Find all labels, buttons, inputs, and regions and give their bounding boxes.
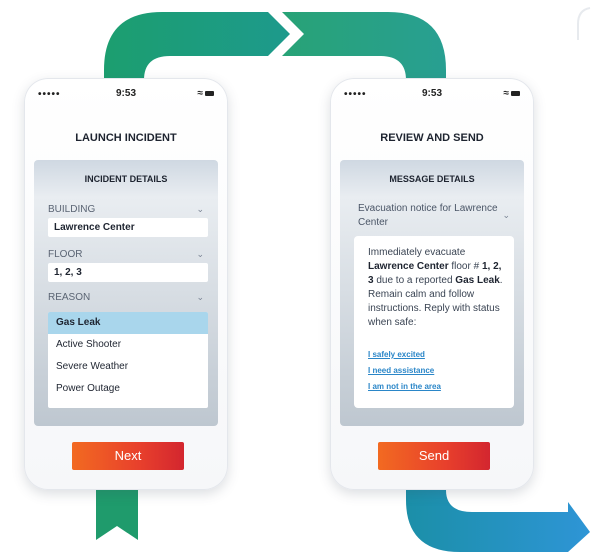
message-subject: Evacuation notice for Lawrence Center — [358, 203, 498, 228]
message-reason: Gas Leak — [455, 275, 500, 286]
phone-launch-incident: ••••• 9:53 ≈ LAUNCH INCIDENT INCIDENT DE… — [24, 78, 228, 490]
reason-option-severe-weather[interactable]: Severe Weather — [48, 356, 208, 378]
status-bar: ••••• 9:53 ≈ — [344, 88, 520, 102]
wifi-icon: ≈ — [197, 88, 204, 99]
reason-option-active-shooter[interactable]: Active Shooter — [48, 334, 208, 356]
chevron-down-icon[interactable]: ⌄ — [196, 249, 204, 260]
incident-details-panel: INCIDENT DETAILS BUILDING ⌄ Lawrence Cen… — [34, 160, 218, 426]
chevron-down-icon[interactable]: ⌄ — [196, 292, 204, 303]
reason-option-power-outage[interactable]: Power Outage — [48, 378, 208, 400]
reason-option-gas-leak[interactable]: Gas Leak — [48, 312, 208, 334]
panel-title: INCIDENT DETAILS — [84, 174, 168, 184]
panel-title: MESSAGE DETAILS — [389, 174, 475, 184]
status-time: 9:53 — [115, 88, 136, 99]
message-preview-card: Immediately evacuate Lawrence Center flo… — [354, 236, 514, 408]
battery-icon — [205, 91, 214, 97]
message-details-panel: MESSAGE DETAILS Evacuation notice for La… — [340, 160, 524, 426]
status-time: 9:53 — [421, 88, 442, 99]
reply-link-safe[interactable]: I safely excited — [368, 350, 425, 359]
page-title: REVIEW AND SEND — [380, 132, 484, 144]
building-label: BUILDING — [48, 204, 96, 215]
reply-link-not-in-area[interactable]: I am not in the area — [368, 382, 441, 391]
message-building: Lawrence Center — [368, 261, 449, 272]
chevron-down-icon[interactable]: ⌄ — [196, 204, 204, 215]
reply-link-assistance[interactable]: I need assistance — [368, 366, 434, 375]
page-title: LAUNCH INCIDENT — [75, 132, 177, 144]
next-button[interactable]: Next — [72, 442, 184, 470]
phone-review-and-send: ••••• 9:53 ≈ REVIEW AND SEND MESSAGE DET… — [330, 78, 534, 490]
reason-dropdown[interactable]: Gas Leak Active Shooter Severe Weather P… — [48, 312, 208, 408]
status-bar: ••••• 9:53 ≈ — [38, 88, 214, 102]
chevron-down-icon[interactable]: ⌄ — [502, 210, 510, 221]
reason-label: REASON — [48, 292, 91, 303]
send-button[interactable]: Send — [378, 442, 490, 470]
message-body: Immediately evacuate Lawrence Center flo… — [368, 247, 503, 328]
battery-icon — [511, 91, 520, 97]
floor-field[interactable]: 1, 2, 3 — [48, 263, 208, 282]
floor-label: FLOOR — [48, 249, 83, 260]
building-field[interactable]: Lawrence Center — [48, 218, 208, 237]
wifi-icon: ≈ — [503, 88, 510, 99]
